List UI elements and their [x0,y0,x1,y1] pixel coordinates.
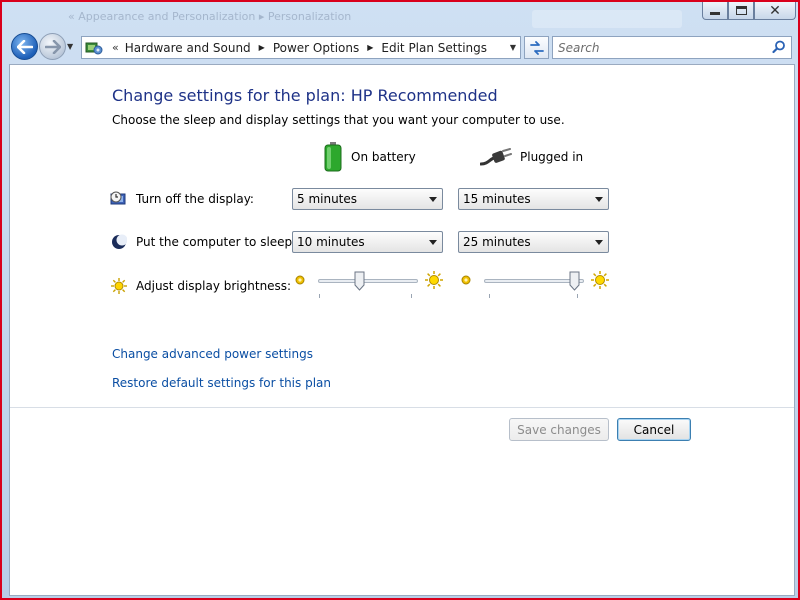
minimize-button[interactable] [702,2,728,20]
maximize-button[interactable] [728,2,754,20]
power-plug-icon [480,148,512,166]
breadcrumb-overflow[interactable]: « [112,41,119,54]
background-window-title: « Appearance and Personalization ▸ Perso… [68,10,352,23]
forward-arrow-icon [44,39,61,54]
setting-label: Put the computer to sleep: [136,235,297,249]
close-icon: ✕ [769,2,781,19]
close-button[interactable]: ✕ [754,2,796,20]
save-changes-button[interactable]: Save changes [509,418,609,441]
back-button[interactable] [11,33,38,60]
column-label-on-battery: On battery [351,150,416,164]
brightness-on-battery-slider[interactable] [318,271,418,301]
address-bar[interactable]: « Hardware and Sound ▶ Power Options ▶ E… [81,36,521,59]
slider-thumb[interactable] [569,271,580,291]
slider-tick [411,294,412,298]
minimize-icon [710,12,720,15]
sleep-moon-icon [110,233,128,251]
title-bar[interactable]: « Appearance and Personalization ▸ Perso… [2,2,798,32]
dropdown-value: 5 minutes [297,192,358,206]
control-panel-window: « Appearance and Personalization ▸ Perso… [0,0,800,600]
restore-default-settings-link[interactable]: Restore default settings for this plan [112,376,331,390]
breadcrumb-label: Power Options [272,40,360,55]
dropdown-arrow-icon [429,240,437,245]
column-label-plugged-in: Plugged in [520,150,584,164]
forward-button[interactable] [39,33,66,60]
slider-thumb[interactable] [354,271,365,291]
breadcrumb-chevron-icon[interactable]: ▶ [259,43,265,52]
brightness-low-icon [461,275,471,285]
brightness-plugged-in-slider[interactable] [484,271,584,301]
refresh-button[interactable] [524,36,549,59]
dropdown-value: 10 minutes [297,235,365,249]
page-description: Choose the sleep and display settings th… [112,113,565,127]
dropdown-arrow-icon [595,240,603,245]
column-header-on-battery: On battery [323,141,416,173]
setting-sleep: Put the computer to sleep: [110,230,296,254]
breadcrumb-item-edit-plan-settings[interactable]: Edit Plan Settings [381,41,487,55]
address-history-dropdown-icon[interactable]: ▼ [510,43,516,52]
maximize-icon [735,6,747,15]
slider-tick [319,294,320,298]
column-header-plugged-in: Plugged in [480,141,583,173]
slider-tick [577,294,578,298]
change-advanced-power-settings-link[interactable]: Change advanced power settings [112,347,313,361]
setting-turn-off-display: Turn off the display: [110,187,254,211]
display-off-plugged-in-dropdown[interactable]: 15 minutes [458,188,609,210]
control-panel-icon [84,39,104,57]
slider-tick [489,294,490,298]
display-timer-icon [110,190,128,208]
breadcrumb-item-power-options[interactable]: Power Options ▶ [273,41,382,55]
dropdown-arrow-icon [595,197,603,202]
sleep-on-battery-dropdown[interactable]: 10 minutes [292,231,443,253]
dropdown-value: 25 minutes [463,235,531,249]
dropdown-arrow-icon [429,197,437,202]
search-input[interactable] [553,37,763,58]
slider-track[interactable] [318,279,418,283]
brightness-high-icon [591,271,609,289]
sleep-plugged-in-dropdown[interactable]: 25 minutes [458,231,609,253]
recent-pages-dropdown[interactable]: ▼ [67,42,79,52]
breadcrumb-item-hardware-and-sound[interactable]: Hardware and Sound ▶ [125,41,273,55]
caption-buttons: ✕ [702,2,796,20]
divider [10,407,794,408]
page-title: Change settings for the plan: HP Recomme… [112,86,498,105]
brightness-sun-icon [110,277,128,295]
search-box[interactable] [552,36,792,59]
background-search-box [532,10,682,28]
breadcrumb-label: Edit Plan Settings [381,40,488,55]
brightness-high-icon [425,271,443,289]
brightness-low-icon [295,275,305,285]
setting-label: Adjust display brightness: [136,279,292,293]
cancel-button[interactable]: Cancel [617,418,691,441]
breadcrumb-label: Hardware and Sound [124,40,251,55]
display-off-on-battery-dropdown[interactable]: 5 minutes [292,188,443,210]
edit-plan-settings-panel: Change settings for the plan: HP Recomme… [9,64,795,596]
navigation-bar: ▼ « Hardware and Sound ▶ Power Options ▶ [2,32,798,62]
dropdown-value: 15 minutes [463,192,531,206]
setting-label: Turn off the display: [136,192,254,206]
setting-brightness: Adjust display brightness: [110,274,291,298]
back-arrow-icon [16,39,33,54]
refresh-icon [529,40,544,55]
breadcrumb-chevron-icon[interactable]: ▶ [367,43,373,52]
battery-icon [324,142,342,172]
search-icon[interactable] [772,40,786,54]
